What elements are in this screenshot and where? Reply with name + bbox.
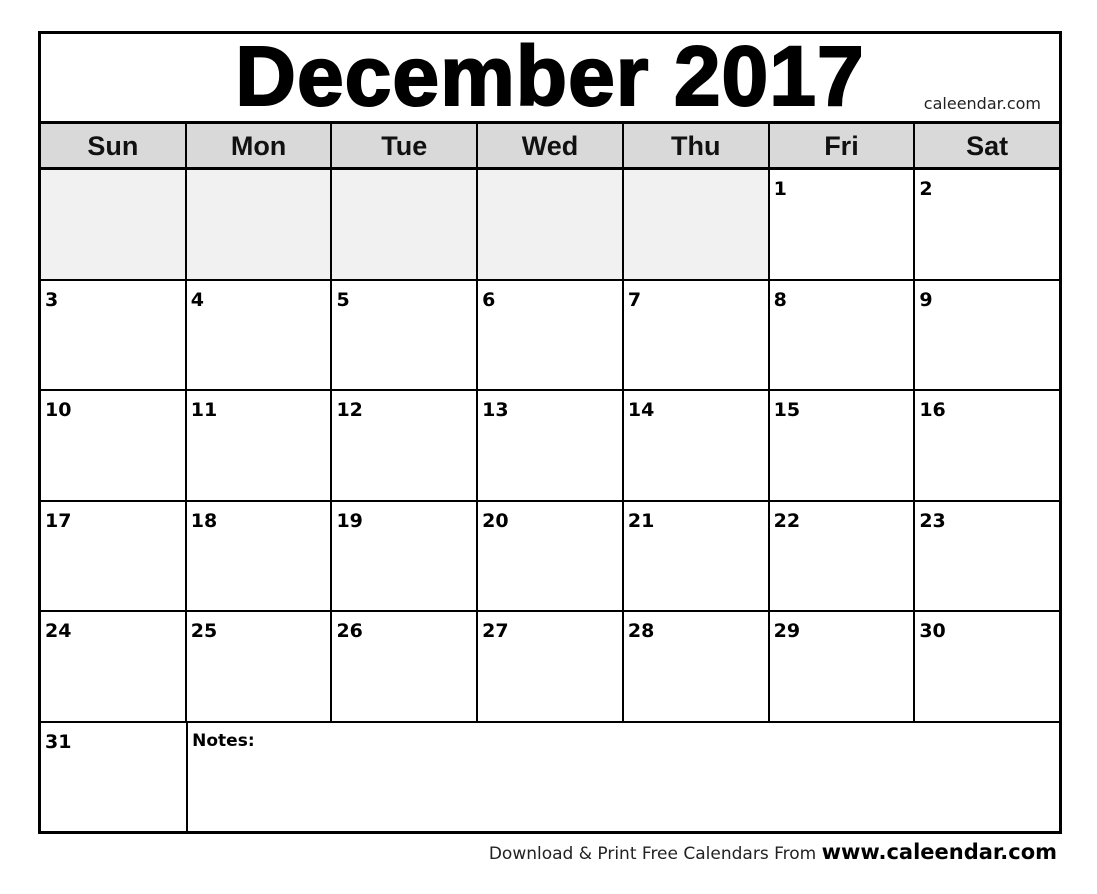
weekday-fri: Fri [770,124,916,167]
day-cell[interactable]: 5 [332,280,479,389]
day-cell[interactable]: 4 [187,280,333,389]
day-cell[interactable]: 29 [770,612,916,721]
day-cell[interactable]: 7 [624,280,770,389]
day-number: 24 [45,620,72,642]
day-number: 2 [919,178,933,200]
weekday-wed: Wed [478,124,624,167]
day-cell[interactable]: 26 [332,612,479,721]
brand-label: caleendar.com [923,94,1041,113]
day-number: 5 [336,288,350,311]
day-number: 27 [482,620,509,642]
day-cell[interactable]: 3 [41,280,187,389]
weekday-thu: Thu [624,124,770,167]
empty-day-cell[interactable] [332,170,479,279]
calendar-title: December 2017 [234,28,865,124]
day-cell[interactable]: 11 [187,391,333,500]
day-number: 9 [919,288,933,311]
day-number: 25 [190,620,218,642]
week-row: 24 25 26 27 28 29 30 [41,612,1059,723]
week-row: 31 Notes: [41,722,1059,834]
day-cell[interactable]: 19 [332,501,479,610]
day-number: 19 [336,509,363,532]
day-number: 13 [482,399,509,421]
weekday-sat: Sat [966,131,1009,161]
day-number: 29 [773,620,801,642]
day-number: 30 [919,620,946,642]
day-number: 18 [190,509,218,532]
day-cell[interactable]: 25 [187,612,333,721]
day-number: 22 [773,509,801,532]
day-cell[interactable]: 30 [915,612,1059,721]
day-cell[interactable]: 28 [624,612,770,721]
day-cell[interactable]: 16 [915,391,1059,500]
day-number: 23 [919,509,946,532]
day-number: 7 [627,288,642,311]
day-number: 4 [190,288,204,311]
notes-area[interactable]: Notes: [188,723,1059,834]
day-cell[interactable]: 20 [478,501,624,610]
weekday-mon: Mon [187,124,333,167]
footer-text: Download & Print Free Calendars From [488,844,822,864]
weekday-tue: Tue [332,124,479,167]
weekday-header: Sun Mon Tue Wed Thu Fri Sat [41,124,1059,170]
day-number: 1 [773,178,787,200]
title-row: December 2017 caleendar.com [41,28,1059,124]
day-number: 8 [773,288,787,311]
day-cell[interactable]: 21 [624,501,770,610]
day-cell[interactable]: 1 [770,170,916,279]
week-row: 12 [41,170,1059,281]
empty-day-cell[interactable] [478,170,624,279]
day-number: 10 [45,399,72,421]
day-cell[interactable]: 8 [770,280,916,389]
empty-day-cell[interactable] [623,170,770,279]
weekday-sun: Sun [41,124,187,167]
week-row: 17 18 19 20 21 22 23 [41,501,1059,612]
day-cell[interactable]: 13 [478,391,624,500]
calendar: December 2017 caleendar.com Sun Mon Tue … [38,28,1062,834]
day-number: 26 [336,620,363,642]
day-number: 16 [919,399,946,421]
day-cell[interactable]: 31 [41,722,189,833]
day-number: 15 [773,399,801,421]
day-cell[interactable]: 2 [915,170,1059,279]
day-cell[interactable]: 23 [915,502,1059,611]
day-number: 17 [45,509,72,532]
footer: Download & Print Free Calendars From www… [489,840,1057,864]
day-cell[interactable]: 10 [41,391,187,500]
day-cell[interactable]: 17 [41,501,187,610]
day-number: 20 [482,509,509,532]
notes-label: Notes: [192,730,255,751]
day-number: 31 [45,730,72,753]
day-number: 12 [336,399,363,421]
day-number: 6 [482,288,496,311]
day-cell[interactable]: 14 [624,391,770,500]
calendar-grid: 12 3456789 10 11 12 13 14 15 16 17 18 19 20 21 22 23… [41,170,1059,833]
day-cell[interactable]: 15 [770,391,916,500]
day-number: 21 [627,509,655,532]
day-cell[interactable]: 22 [770,501,916,610]
footer-link[interactable]: www.caleendar.com [822,840,1057,864]
day-cell[interactable]: 6 [478,280,624,389]
week-row: 10 11 12 13 14 15 16 [41,391,1059,502]
day-cell[interactable]: 24 [41,612,187,721]
day-number: 14 [627,399,655,421]
empty-day-cell[interactable] [41,170,187,279]
day-number: 28 [627,620,655,642]
day-number: 3 [45,288,59,311]
day-cell[interactable]: 9 [915,281,1059,390]
day-cell[interactable]: 12 [332,391,479,500]
day-number: 11 [190,399,218,421]
empty-day-cell[interactable] [186,170,333,279]
day-cell[interactable]: 18 [187,501,333,610]
week-row: 3 4 5 6 7 8 9 [41,280,1059,391]
day-cell[interactable]: 27 [478,612,624,721]
